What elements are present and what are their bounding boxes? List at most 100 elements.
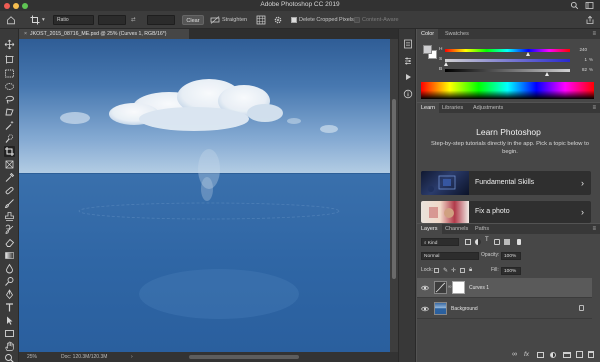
quick-selection-tool-icon[interactable] [4,133,15,144]
color-slider-thumb[interactable] [443,62,448,66]
tab-paths[interactable]: Paths [471,224,493,234]
filter-pixel-icon[interactable] [465,239,471,245]
visibility-eye-icon[interactable] [421,305,429,313]
artboard-tool-icon[interactable] [4,54,15,65]
blend-mode-select[interactable]: Normal [421,252,479,260]
frame-tool-icon[interactable] [4,159,15,170]
tab-layers[interactable]: Layers [417,224,442,234]
layer-mask-thumbnail[interactable] [452,281,465,294]
visibility-eye-icon[interactable] [421,284,429,292]
ratio-width-field[interactable] [98,15,126,25]
link-layers-icon[interactable]: ∞ [512,351,517,358]
status-menu-chevron-icon[interactable]: › [131,352,133,362]
doc-info[interactable]: Doc: 120.3M/120.3M [61,352,107,362]
clone-stamp-tool-icon[interactable] [4,211,15,222]
lock-artboard-icon[interactable] [460,268,465,273]
panel-menu-icon[interactable]: ≡ [592,29,596,39]
filter-smart-object-icon[interactable] [504,239,510,245]
settings-gear-icon[interactable] [273,15,283,25]
panel-menu-icon[interactable]: ≡ [592,103,596,113]
lock-image-icon[interactable]: ✎ [443,267,448,274]
zoom-tool-icon[interactable] [4,353,15,362]
clear-button[interactable]: Clear [182,15,204,25]
content-aware-checkbox[interactable] [354,17,360,23]
color-slider-track[interactable] [445,49,570,52]
ratio-height-field[interactable] [147,15,175,25]
marquee-tool-icon[interactable] [4,68,15,79]
tab-channels[interactable]: Channels [441,224,472,234]
horizontal-scrollbar[interactable] [189,355,299,359]
overlay-grid-icon[interactable] [256,15,266,25]
fill-field[interactable]: 100% [501,267,521,275]
history-panel-icon[interactable] [403,39,413,49]
home-icon[interactable] [6,15,16,25]
panel-menu-icon[interactable]: ≡ [592,224,596,234]
hand-tool-icon[interactable] [4,341,15,352]
tab-color[interactable]: Color [417,29,439,39]
layer-name[interactable]: Background [451,299,478,319]
color-channel-value[interactable]: 240 [573,47,587,53]
ratio-select[interactable]: Ratio [53,15,94,25]
color-spectrum[interactable] [421,82,594,99]
layer-row-curves-1[interactable]: ∞ Curves 1 [417,278,592,298]
new-adjustment-layer-icon[interactable] [550,352,556,358]
delete-cropped-checkbox[interactable] [291,17,297,23]
color-slider-track[interactable] [445,69,570,72]
tool-preset-chevron-icon[interactable]: ▾ [42,15,45,25]
gradient-tool-icon[interactable] [4,250,15,261]
type-tool-icon[interactable] [4,302,15,313]
eraser-tool-icon[interactable] [4,237,15,248]
tab-swatches[interactable]: Swatches [441,29,473,39]
color-slider-thumb[interactable] [525,52,530,56]
tab-learn[interactable]: Learn [417,103,440,113]
foreground-color-swatch[interactable] [423,45,432,54]
layer-filter-kind-select[interactable]: ⌕ Kind [421,238,459,246]
learn-card-fix-a-photo[interactable]: Fix a photo › [421,201,591,223]
crop-tool-active-icon[interactable] [4,146,15,157]
share-icon[interactable] [585,15,595,25]
color-slider-thumb[interactable] [545,72,549,76]
rectangle-tool-icon[interactable] [4,328,15,339]
blur-tool-icon[interactable] [4,263,15,274]
tab-adjustments[interactable]: Adjustments [469,103,507,113]
filter-toggle-switch[interactable] [517,239,521,245]
lock-transparent-icon[interactable] [434,268,439,273]
tab-close-icon[interactable]: × [24,31,27,37]
filter-type-icon[interactable]: T [485,237,489,243]
layer-row-background[interactable]: Background [417,299,592,319]
layer-style-icon[interactable]: fx [524,351,529,358]
spot-healing-tool-icon[interactable] [4,185,15,196]
lock-all-icon[interactable]: 🔒︎ [469,267,472,274]
document-canvas[interactable] [19,39,390,352]
eyedropper-tool-icon[interactable] [4,172,15,183]
filter-adjustment-icon[interactable] [475,239,481,245]
pen-tool-icon[interactable] [4,289,15,300]
layer-name[interactable]: Curves 1 [469,278,489,298]
zoom-level[interactable]: 25% [27,352,37,362]
tab-libraries[interactable]: Libraries [438,103,467,113]
info-panel-icon[interactable] [403,89,413,99]
color-channel-value[interactable]: 82 [573,67,587,73]
scrollbar-thumb[interactable] [392,99,396,279]
elliptical-marquee-tool-icon[interactable] [4,81,15,92]
path-selection-tool-icon[interactable] [4,315,15,326]
add-mask-icon[interactable] [537,352,544,358]
document-tab[interactable]: × JKOST_2015_08716_ME.psd @ 25% (Curves 1… [19,29,189,39]
properties-panel-icon[interactable] [403,56,413,66]
magic-wand-tool-icon[interactable] [4,120,15,131]
workspace-icon[interactable] [585,1,594,10]
color-slider-track[interactable] [445,59,570,62]
dodge-tool-icon[interactable] [4,276,15,287]
color-channel-value[interactable]: 1 [573,57,587,63]
history-brush-tool-icon[interactable] [4,224,15,235]
swap-icon[interactable]: ⇄ [131,15,136,25]
new-group-icon[interactable] [563,352,571,358]
canvas-vertical-scrollbar[interactable] [390,39,398,352]
polygonal-lasso-tool-icon[interactable] [4,107,15,118]
learn-card-fundamental-skills[interactable]: Fundamental Skills › [421,171,591,195]
move-tool-icon[interactable] [4,39,15,50]
actions-panel-icon[interactable] [403,72,413,82]
new-layer-icon[interactable] [576,351,583,358]
crop-tool-icon[interactable] [30,15,40,25]
search-icon[interactable] [570,1,579,10]
